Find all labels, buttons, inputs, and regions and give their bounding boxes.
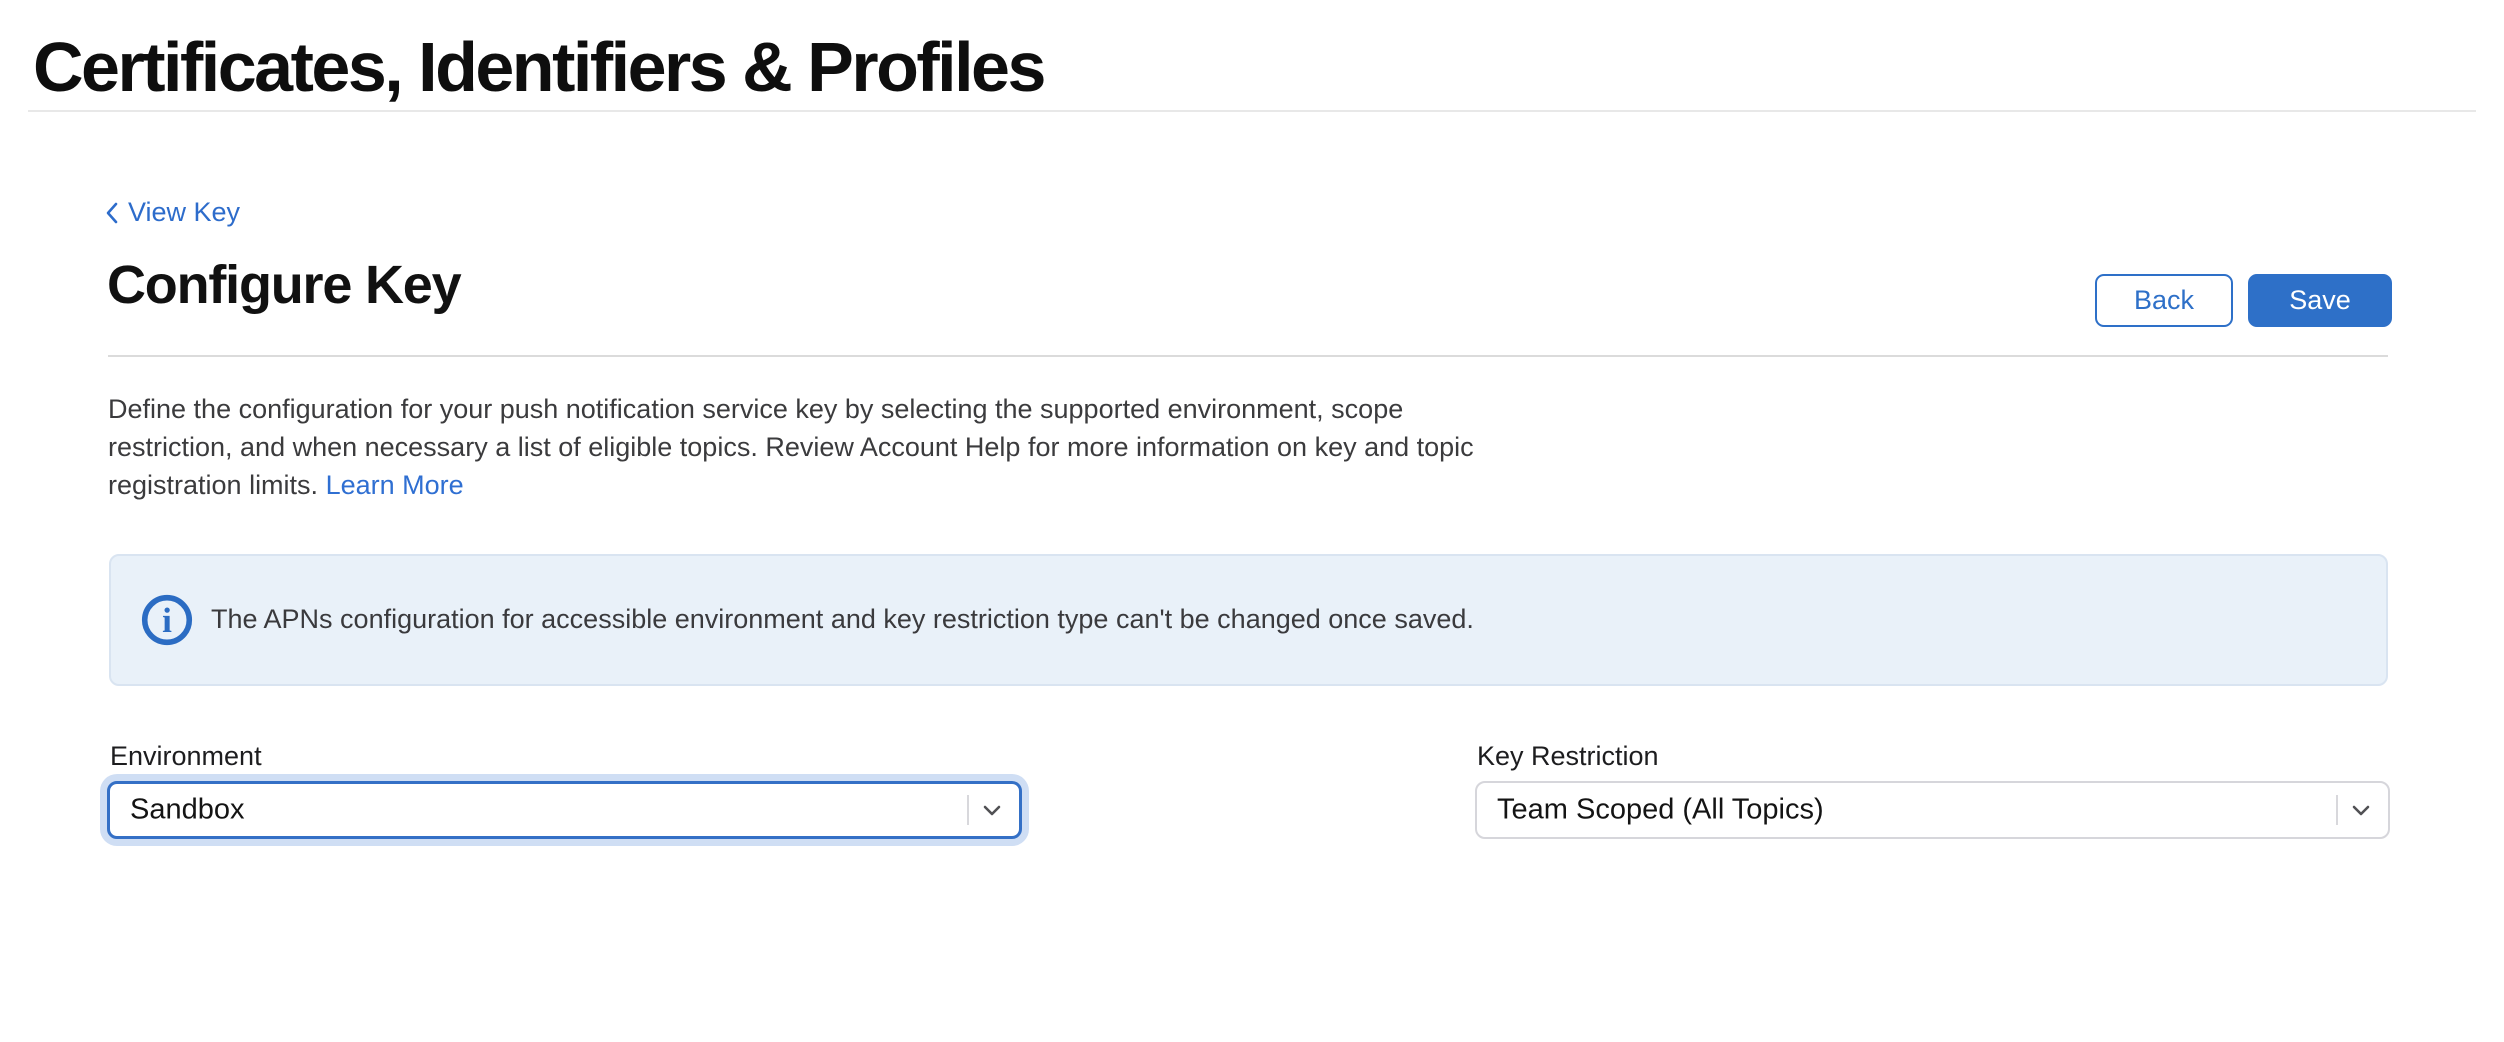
configure-key-page: Certificates, Identifiers & Profiles Vie… [0, 0, 2504, 1042]
info-circle-icon: i [141, 594, 193, 646]
notice-text: The APNs configuration for accessible en… [211, 602, 1474, 637]
breadcrumb-view-key-link[interactable]: View Key [105, 198, 240, 228]
chevron-down-icon [977, 795, 1007, 825]
environment-selected-value: Sandbox [130, 794, 245, 827]
key-restriction-label: Key Restriction [1477, 740, 1659, 772]
breadcrumb-label: View Key [128, 198, 240, 228]
description-line: restriction, and when necessary a list o… [108, 428, 1474, 466]
section-divider [108, 355, 2388, 357]
description-line: registration limits. Learn More [108, 466, 1474, 504]
environment-select[interactable]: Sandbox [107, 781, 1022, 839]
page-description: Define the configuration for your push n… [108, 390, 1474, 504]
select-divider [967, 795, 969, 825]
svg-text:i: i [162, 601, 172, 640]
page-title: Certificates, Identifiers & Profiles [33, 30, 1044, 106]
configure-key-heading: Configure Key [107, 256, 460, 315]
chevron-left-icon [105, 200, 119, 226]
environment-label: Environment [110, 740, 262, 772]
description-line-text: registration limits. [108, 470, 318, 500]
save-button[interactable]: Save [2248, 274, 2392, 327]
apns-notice-banner: i The APNs configuration for accessible … [109, 554, 2388, 686]
description-line: Define the configuration for your push n… [108, 390, 1474, 428]
key-restriction-selected-value: Team Scoped (All Topics) [1497, 794, 1824, 827]
select-divider [2336, 795, 2338, 825]
back-button[interactable]: Back [2095, 274, 2233, 327]
header-divider [28, 110, 2476, 112]
learn-more-link[interactable]: Learn More [326, 470, 464, 500]
key-restriction-select[interactable]: Team Scoped (All Topics) [1475, 781, 2390, 839]
chevron-down-icon [2346, 795, 2376, 825]
